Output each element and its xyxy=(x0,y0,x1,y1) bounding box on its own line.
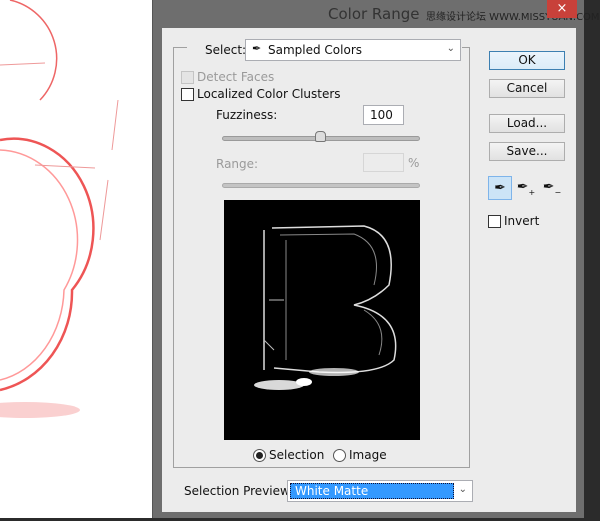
subtract-from-sample-tool[interactable]: ✒− xyxy=(540,176,564,200)
invert-label: Invert xyxy=(504,214,539,228)
localized-clusters-label: Localized Color Clusters xyxy=(197,87,341,101)
add-to-sample-tool[interactable]: ✒+ xyxy=(514,176,538,200)
cancel-button[interactable]: Cancel xyxy=(489,79,565,98)
image-radio-label: Image xyxy=(349,448,387,462)
fuzziness-slider-thumb[interactable] xyxy=(315,131,326,142)
selection-radio-label: Selection xyxy=(269,448,324,462)
eyedropper-tool[interactable]: ✒ xyxy=(488,176,512,200)
eyedropper-plus-icon: ✒+ xyxy=(517,179,535,197)
selection-preview-image xyxy=(224,200,420,440)
eyedropper-icon: ✒ xyxy=(494,180,506,196)
fuzziness-value: 100 xyxy=(370,108,393,122)
artwork-preview xyxy=(0,0,152,518)
localized-clusters-checkbox[interactable] xyxy=(181,88,194,101)
document-canvas xyxy=(0,0,152,518)
selection-preview-dropdown[interactable]: White Matte ⌄ xyxy=(287,480,473,502)
eyedropper-minus-icon: ✒− xyxy=(543,179,561,197)
detect-faces-checkbox[interactable] xyxy=(181,71,194,84)
ok-button[interactable]: OK xyxy=(489,51,565,70)
save-button[interactable]: Save... xyxy=(489,142,565,161)
range-slider[interactable] xyxy=(222,183,420,188)
fuzziness-input[interactable]: 100 xyxy=(363,105,404,125)
chevron-down-icon: ⌄ xyxy=(459,484,467,495)
group-border xyxy=(462,47,470,48)
image-radio[interactable] xyxy=(333,449,346,462)
group-border xyxy=(173,47,187,48)
dialog-title: Color Range xyxy=(328,5,419,23)
detect-faces-label: Detect Faces xyxy=(197,70,274,84)
selection-preview-value: White Matte xyxy=(290,483,454,499)
select-value: Sampled Colors xyxy=(268,43,362,57)
load-button[interactable]: Load... xyxy=(489,114,565,133)
invert-checkbox[interactable] xyxy=(488,215,501,228)
select-dropdown[interactable]: ✒ Sampled Colors ⌄ xyxy=(245,39,461,61)
selection-radio[interactable] xyxy=(253,449,266,462)
range-input[interactable] xyxy=(363,153,404,172)
close-button[interactable]: × xyxy=(547,0,577,18)
eyedropper-icon: ✒ xyxy=(252,42,261,55)
range-label: Range: xyxy=(216,157,258,171)
selection-preview-label: Selection Preview: xyxy=(184,484,293,498)
fuzziness-label: Fuzziness: xyxy=(216,108,277,122)
chevron-down-icon: ⌄ xyxy=(447,43,455,54)
range-unit: % xyxy=(408,156,419,170)
select-label: Select: xyxy=(205,43,246,57)
